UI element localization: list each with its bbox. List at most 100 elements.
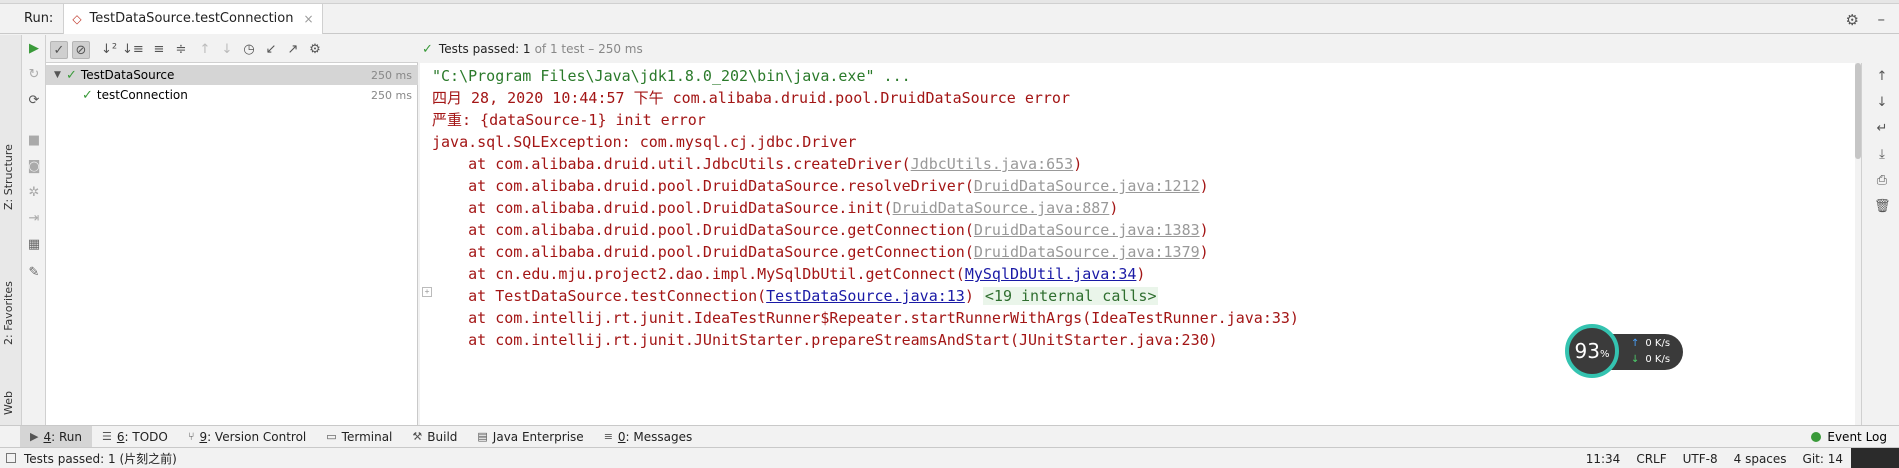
tab-terminal[interactable]: ▭ Terminal (316, 426, 402, 448)
expand-all-icon[interactable]: ≡ (150, 41, 168, 59)
next-failed-icon[interactable]: ↓ (218, 41, 236, 59)
tab-messages-label: : Messages (625, 429, 693, 444)
toggle-auto-test-icon[interactable]: ⟳ (26, 93, 42, 109)
tab-run[interactable]: ▶ 4: Run (20, 425, 92, 448)
status-message: Tests passed: 1 (片刻之前) (24, 451, 177, 466)
favorites-tab[interactable]: 2: Favorites (2, 281, 15, 345)
test-settings-icon[interactable]: ⚙ (306, 41, 324, 59)
source-link[interactable]: JdbcUtils.java:653 (911, 155, 1074, 173)
tree-item-time: 250 ms (371, 68, 412, 82)
export-tests-icon[interactable]: ↗ (284, 41, 302, 59)
down-arrow-icon[interactable]: ↓ (1874, 95, 1890, 111)
print-icon[interactable]: ⎙ (1874, 173, 1890, 189)
git-branch[interactable]: Git: 14 (1795, 452, 1851, 466)
java-enterprise-icon: ▤ (477, 430, 488, 443)
show-passed-icon[interactable]: ✓ (50, 41, 68, 59)
run-tool-window-header: Run: ◇ TestDataSource.testConnection × ⚙… (0, 3, 1899, 34)
import-tests-icon[interactable]: ↙ (262, 41, 280, 59)
tab-build[interactable]: ⚒ Build (402, 426, 467, 448)
frame-suffix: ) (1199, 243, 1209, 261)
download-speed: ↓ 0 K/s (1631, 354, 1670, 365)
tool-windows-toggle-icon[interactable] (6, 453, 16, 463)
gear-icon[interactable]: ⚙ (1846, 11, 1859, 29)
caret-position[interactable]: 11:34 (1578, 452, 1629, 466)
tab-todo[interactable]: ☰ 6: TODO (92, 426, 178, 448)
settings-icon[interactable]: ✲ (26, 185, 42, 201)
cpu-percent-gauge: 93% (1565, 324, 1619, 378)
messages-icon: ≡ (603, 430, 613, 443)
frame-suffix: ) (1136, 265, 1146, 283)
layout-icon[interactable]: ▦ (26, 237, 42, 253)
frame-suffix: ) (964, 287, 974, 305)
summary-sub: of 1 test – 250 ms (534, 42, 643, 56)
frame-suffix: ) (1109, 199, 1119, 217)
collapse-all-icon[interactable]: ≑ (172, 41, 190, 59)
tab-messages[interactable]: ≡ 0: Messages (594, 426, 703, 448)
tab-vc-label: : Version Control (207, 429, 307, 444)
network-speed-widget[interactable]: 93% ↑ 0 K/s ↓ 0 K/s (1565, 324, 1685, 378)
passed-check-icon: ✓ (66, 67, 77, 83)
structure-tab[interactable]: Z: Structure (2, 144, 15, 210)
web-tab[interactable]: Web (2, 391, 15, 415)
terminal-icon: ▭ (326, 430, 337, 443)
source-link[interactable]: DruidDataSource.java:887 (893, 199, 1110, 217)
source-link[interactable]: DruidDataSource.java:1383 (974, 221, 1200, 239)
event-log-button[interactable]: Event Log (1811, 426, 1887, 448)
trash-icon[interactable]: 🗑 (1874, 199, 1891, 215)
gauge-value: 93 (1574, 339, 1600, 363)
previous-failed-icon[interactable]: ↑ (196, 41, 214, 59)
internal-calls-fold[interactable]: <19 internal calls> (982, 287, 1159, 305)
upload-speed-value: 0 K/s (1645, 338, 1671, 349)
minimize-icon[interactable]: – (1878, 10, 1886, 28)
frame-suffix: ) (1199, 177, 1209, 195)
passed-check-icon: ✓ (422, 41, 433, 57)
tab-run-num: 4 (43, 429, 52, 444)
exit-icon[interactable]: ⇥ (26, 211, 42, 227)
indent-setting[interactable]: 4 spaces (1726, 452, 1795, 466)
line-separator[interactable]: CRLF (1628, 452, 1674, 466)
chevron-down-icon[interactable]: ▼ (54, 70, 66, 80)
summary-main: Tests passed: 1 (438, 42, 531, 56)
rerun-failed-icon[interactable]: ↻ (26, 67, 42, 83)
tree-row[interactable]: ▼ ✓ TestDataSource 250 ms (46, 65, 418, 85)
rerun-icon[interactable]: ▶ (26, 41, 42, 57)
soft-wrap-icon[interactable]: ↵ (1874, 121, 1890, 137)
tab-terminal-label: Terminal (341, 429, 393, 444)
show-ignored-icon[interactable]: ⊘ (72, 41, 90, 59)
sort-duration-icon[interactable]: ↓≡ (122, 41, 144, 59)
status-bar: Tests passed: 1 (片刻之前) 11:34 CRLF UTF-8 … (0, 447, 1899, 468)
upload-speed: ↑ 0 K/s (1631, 338, 1670, 349)
tab-java-enterprise[interactable]: ▤ Java Enterprise (467, 426, 593, 448)
console-toolbar: ↑ ↓ ↵ ⤓ ⎙ 🗑 (1861, 63, 1899, 425)
close-icon[interactable]: × (304, 12, 314, 26)
status-bar-dark-block (1851, 448, 1899, 468)
up-arrow-icon[interactable]: ↑ (1874, 69, 1890, 85)
source-link[interactable]: DruidDataSource.java:1379 (974, 243, 1200, 261)
tree-row[interactable]: ✓ testConnection 250 ms (46, 85, 418, 105)
frame-suffix: ) (1073, 155, 1083, 173)
history-icon[interactable]: ◷ (240, 41, 258, 59)
frame-text: at com.alibaba.druid.pool.DruidDataSourc… (432, 221, 974, 239)
frame-text: at TestDataSource.testConnection( (432, 287, 767, 305)
event-log-icon (1811, 432, 1822, 442)
stop-icon[interactable]: ■ (26, 133, 42, 149)
tree-item-time: 250 ms (371, 88, 412, 102)
test-runner-toolbar: ✓ ⊘ ↓² ↓≡ ≡ ≑ ↑ ↓ ◷ ↙ ↗ ⚙ (46, 35, 418, 63)
event-log-label: Event Log (1827, 430, 1887, 444)
tab-build-label: Build (427, 429, 458, 444)
scroll-to-end-icon[interactable]: ⤓ (1874, 147, 1890, 163)
branch-icon: ⑂ (187, 430, 195, 443)
pin-icon[interactable]: ✎ (26, 265, 42, 281)
frame-text: at com.alibaba.druid.pool.DruidDataSourc… (432, 199, 893, 217)
fold-expand-icon[interactable]: + (422, 287, 432, 297)
run-config-tab[interactable]: ◇ TestDataSource.testConnection × (63, 3, 323, 34)
left-tool-stripe: Z: Structure 2: Favorites Web (0, 35, 22, 425)
source-link[interactable]: MySqlDbUtil.java:34 (965, 265, 1137, 283)
frame-text: at cn.edu.mju.project2.dao.impl.MySqlDbU… (432, 265, 965, 283)
sort-alpha-icon[interactable]: ↓² (100, 41, 118, 59)
tab-version-control[interactable]: ⑂ 9: Version Control (178, 426, 316, 448)
file-encoding[interactable]: UTF-8 (1675, 452, 1726, 466)
camera-icon[interactable]: ◙ (26, 159, 42, 175)
source-link[interactable]: TestDataSource.java:13 (766, 287, 965, 305)
source-link[interactable]: DruidDataSource.java:1212 (974, 177, 1200, 195)
